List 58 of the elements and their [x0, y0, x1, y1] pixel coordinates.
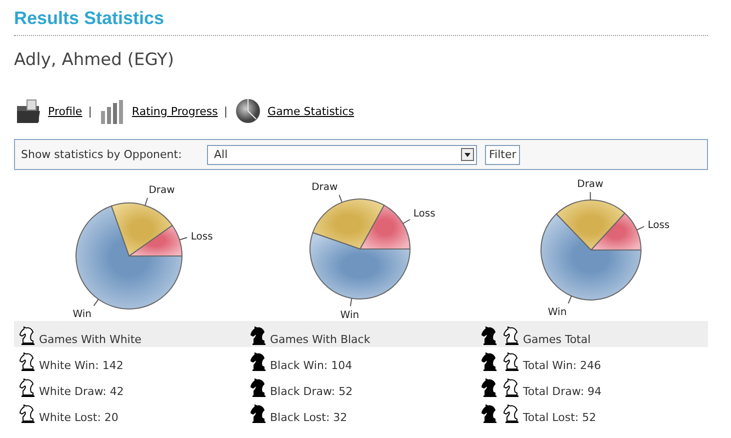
filled-knight-icon [248, 325, 268, 345]
slice-label: Draw [148, 185, 175, 196]
outline-knight-icon [17, 325, 37, 345]
slice-label: Win [72, 309, 92, 320]
filled-knight-icon [479, 351, 499, 371]
table-cell: Black Win: 104 [270, 359, 352, 372]
slice-label: Win [340, 310, 360, 321]
table-cell: White Lost: 20 [39, 411, 118, 424]
table-cell: Black Lost: 32 [270, 411, 348, 424]
slice-label: Draw [577, 179, 604, 190]
table-cell: White Win: 142 [39, 359, 124, 372]
opponent-dropdown[interactable]: All [207, 144, 477, 164]
leader-line [350, 298, 352, 307]
slice-label: Draw [312, 182, 338, 194]
table-cell: Total Lost: 52 [523, 411, 596, 424]
folder-icon [14, 97, 42, 125]
column-header: Games With White [39, 333, 142, 346]
leader-line [144, 197, 148, 206]
slice-label: Loss [648, 220, 670, 231]
filled-knight-icon [479, 377, 499, 397]
filter-button[interactable]: Filter [485, 144, 520, 164]
column-header: Games Total [523, 333, 591, 346]
leader-line [568, 296, 572, 304]
column-header: Games With Black [270, 333, 370, 346]
nav-link[interactable]: Profile [48, 104, 82, 118]
leader-line [402, 219, 410, 224]
outline-knight-icon [17, 377, 37, 397]
leader-line [338, 194, 342, 203]
nav-link[interactable]: Game Statistics [268, 104, 354, 118]
filled-knight-icon [248, 377, 268, 397]
pie-chart-icon [234, 97, 262, 125]
leader-line [93, 298, 99, 306]
filled-knight-icon [248, 403, 268, 423]
leader-line [590, 192, 591, 200]
separator: | [88, 104, 92, 118]
page-title: Results Statistics [14, 0, 708, 36]
table-cell: White Draw: 42 [39, 385, 124, 398]
slice-label: Win [548, 307, 567, 318]
filled-knight-icon [479, 325, 499, 345]
table-cell: Total Draw: 94 [523, 385, 602, 398]
outline-knight-icon [501, 377, 521, 397]
outline-knight-icon [501, 351, 521, 371]
filled-knight-icon [248, 351, 268, 371]
filter-label: Show statistics by Opponent: [21, 148, 183, 161]
separator: | [224, 104, 228, 118]
player-name: Adly, Ahmed (EGY) [14, 50, 176, 70]
slice-label: Loss [190, 231, 213, 242]
table-cell: Total Win: 246 [523, 359, 602, 372]
nav-link[interactable]: Rating Progress [132, 104, 218, 118]
outline-knight-icon [501, 403, 521, 423]
filled-knight-icon [479, 403, 499, 423]
outline-knight-icon [17, 403, 37, 423]
leader-line [636, 226, 645, 230]
outline-knight-icon [501, 325, 521, 345]
slice-label: Loss [413, 208, 436, 220]
leader-line [179, 237, 188, 240]
table-cell: Black Draw: 52 [270, 385, 353, 398]
outline-knight-icon [17, 351, 37, 371]
